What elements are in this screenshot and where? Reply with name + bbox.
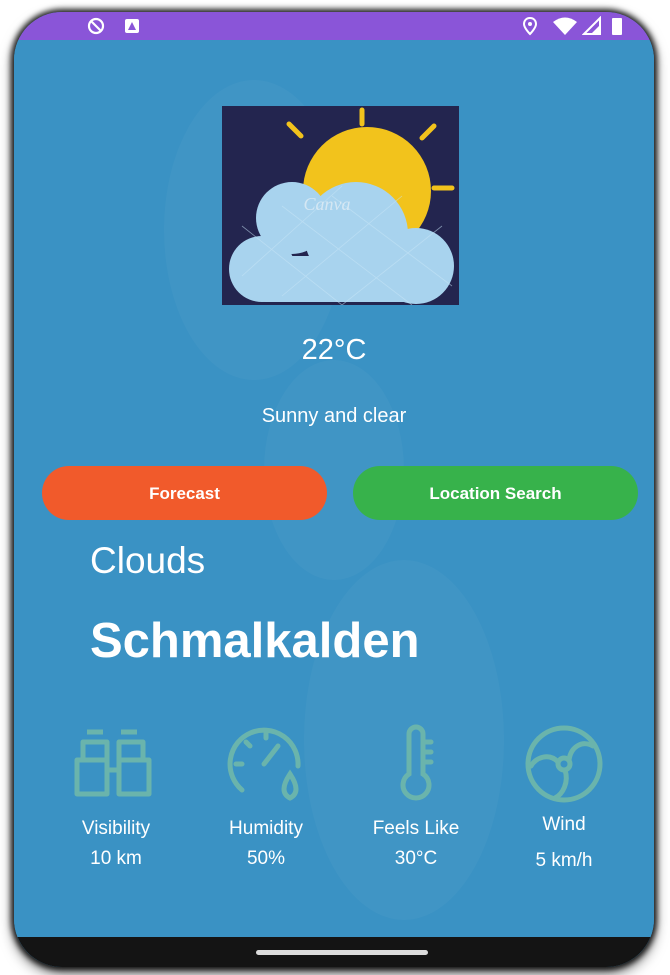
wind-label: Wind — [542, 814, 586, 835]
feels-like-value: 30°C — [394, 848, 438, 869]
home-indicator[interactable] — [256, 950, 428, 955]
phone-screen: Canva 22°C Sunny and clear Forecast Loca… — [14, 12, 654, 967]
sun-behind-cloud-icon: Canva — [222, 106, 459, 305]
humidity-value: 50% — [246, 848, 286, 869]
wind-fan-icon — [525, 725, 603, 803]
status-bar — [14, 12, 654, 40]
notification-icon — [125, 19, 139, 33]
battery-icon — [612, 18, 622, 35]
navigation-bar — [14, 937, 654, 967]
watermark-text: Canva — [304, 194, 351, 214]
visibility-label: Visibility — [81, 818, 151, 839]
forecast-button[interactable]: Forecast — [42, 466, 327, 520]
feels-like-label: Feels Like — [372, 818, 460, 839]
weather-condition: Clouds — [90, 540, 206, 581]
city-name: Schmalkalden — [90, 614, 420, 668]
location-icon — [522, 16, 538, 36]
visibility-value: 10 km — [90, 848, 142, 869]
shield-icon — [87, 17, 105, 35]
location-search-button[interactable]: Location Search — [353, 466, 638, 520]
weather-description: Sunny and clear — [261, 405, 407, 427]
thermometer-icon — [400, 724, 434, 801]
binoculars-icon — [74, 729, 152, 797]
temperature-display: 22°C — [301, 334, 367, 366]
humidity-gauge-icon — [227, 727, 301, 801]
wind-value: 5 km/h — [535, 850, 593, 871]
wifi-icon — [553, 17, 577, 35]
signal-icon — [582, 16, 601, 35]
humidity-label: Humidity — [229, 818, 303, 839]
